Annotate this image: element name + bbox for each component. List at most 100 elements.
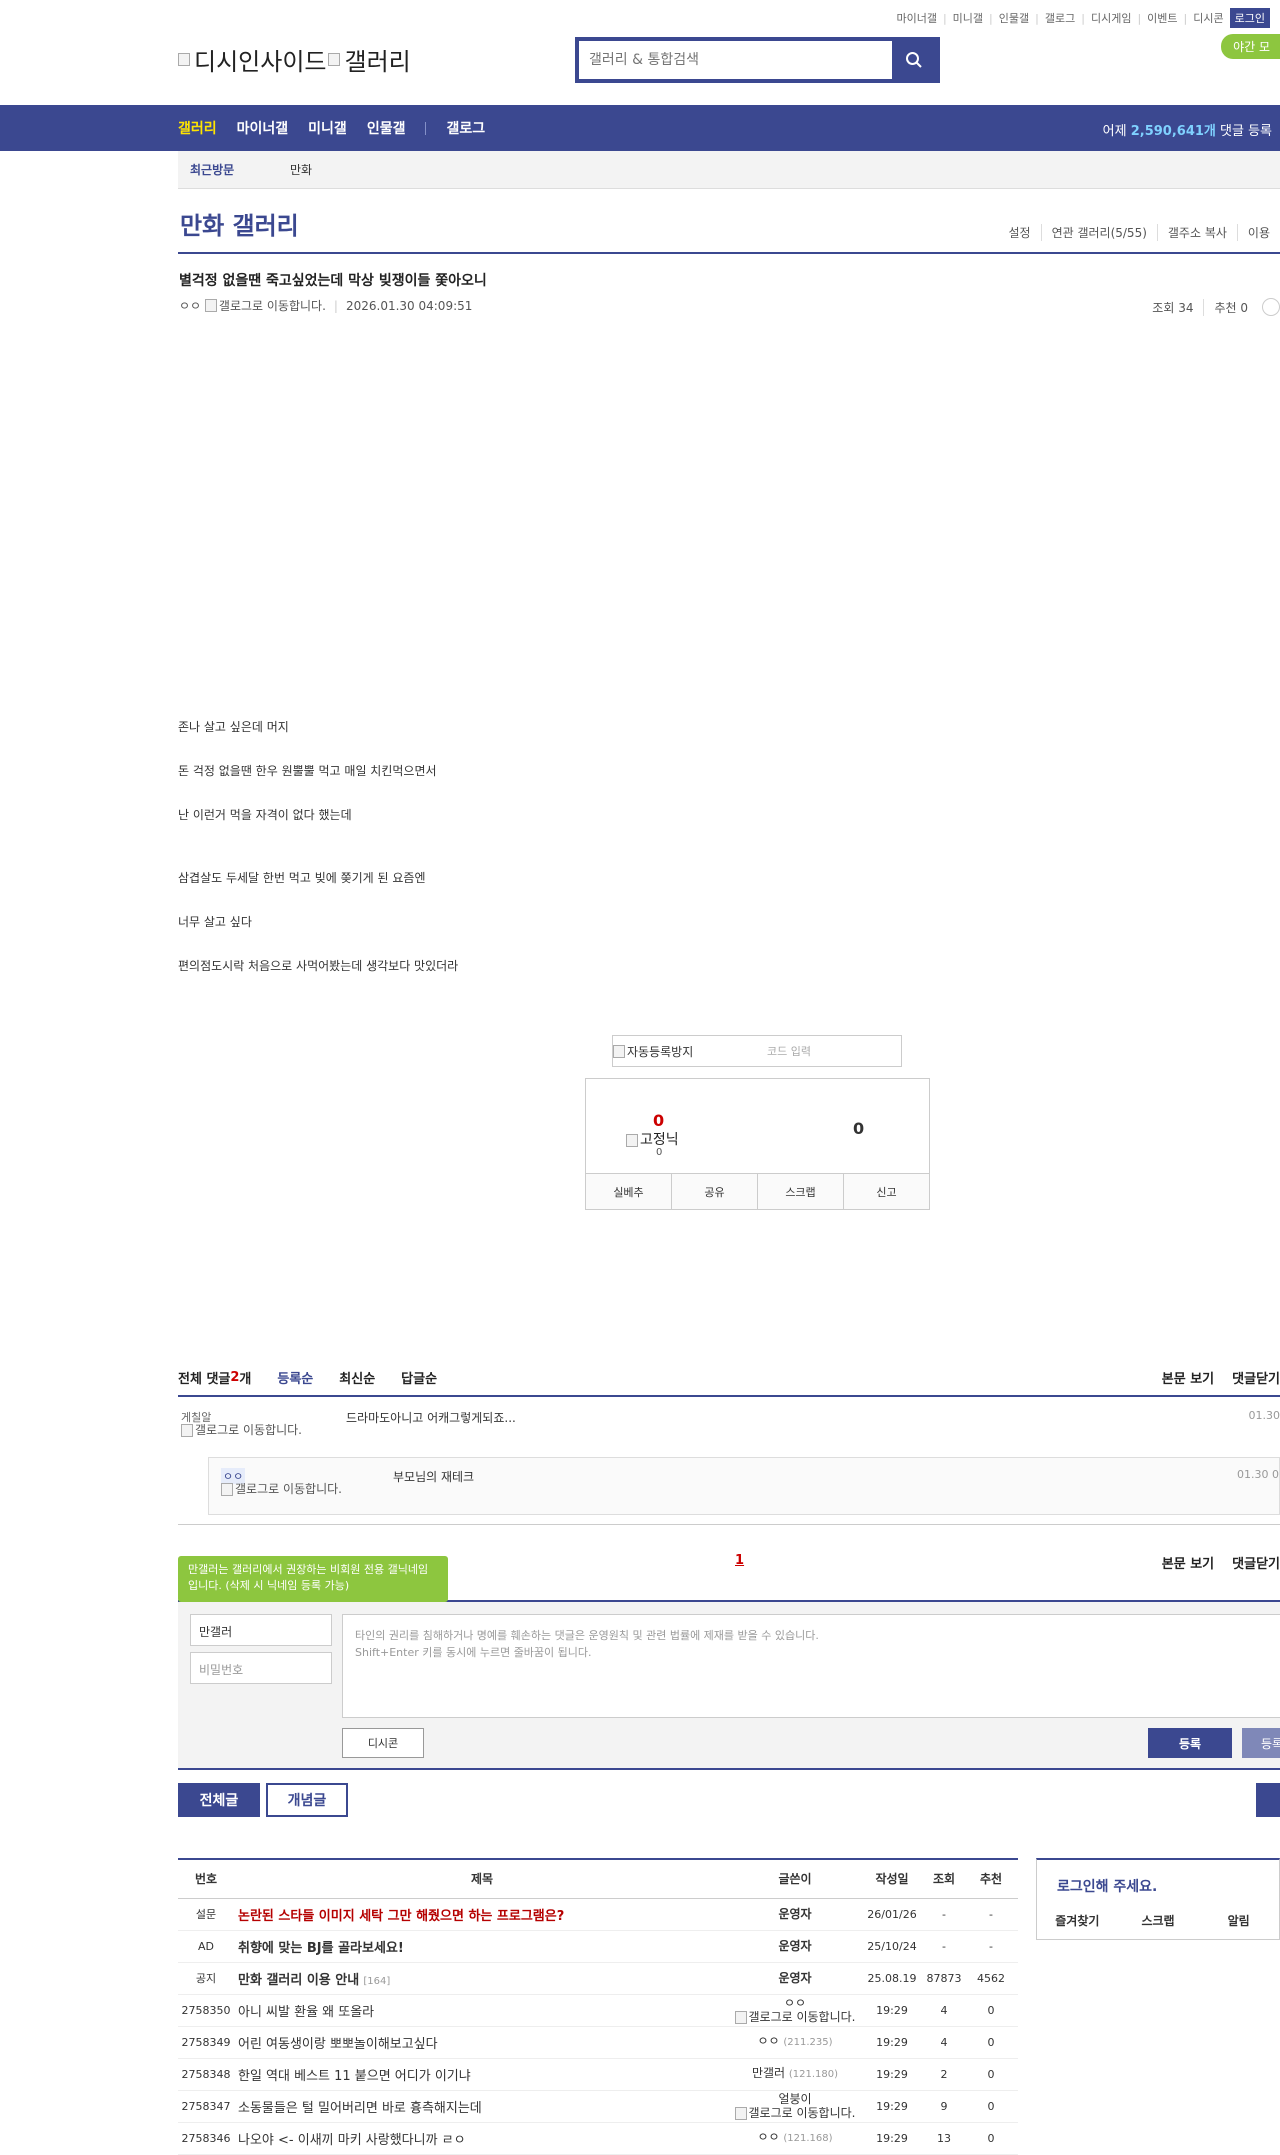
- top-link-event[interactable]: 이벤트: [1147, 10, 1177, 26]
- share-button[interactable]: 공유: [671, 1174, 757, 1209]
- table-row[interactable]: 설문 논란된 스타들 이미지 세탁 그만 해줬으면 하는 프로그램은? 운영자 …: [178, 1898, 1018, 1930]
- sort-latest[interactable]: 최신순: [339, 1368, 375, 1387]
- notification-button[interactable]: 알림: [1198, 1912, 1279, 1929]
- login-button[interactable]: 로그인: [1230, 8, 1270, 28]
- related-galleries[interactable]: 연관 갤러리(5/55): [1041, 224, 1157, 241]
- sort-registered[interactable]: 등록순: [277, 1368, 313, 1387]
- row-writer-cell[interactable]: 만갤러 (121.180): [730, 2058, 860, 2090]
- password-field[interactable]: 비밀번호: [190, 1652, 332, 1684]
- nav-person[interactable]: 인물갤: [367, 118, 406, 138]
- best-recommend-button[interactable]: 실베추: [586, 1174, 671, 1209]
- nav-mini[interactable]: 미니갤: [308, 118, 347, 138]
- write-button[interactable]: [1256, 1783, 1280, 1817]
- nav-gallery[interactable]: 갤러리: [178, 118, 217, 138]
- top-link-game[interactable]: 디시게임: [1091, 10, 1131, 26]
- comment-date: 01.30: [1249, 1409, 1280, 1422]
- table-row[interactable]: 2758347 소동물들은 털 밀어버리면 바로 흉측해지는데 얼붕이갤로그로 …: [178, 2090, 1018, 2122]
- comment-submit-button[interactable]: 등록: [1148, 1728, 1232, 1758]
- row-date: 19:29: [860, 2058, 924, 2090]
- nav-minor[interactable]: 마이너갤: [237, 118, 289, 138]
- upvote-count[interactable]: 0: [653, 1111, 664, 1130]
- dccon-button[interactable]: 디시콘: [342, 1728, 424, 1758]
- favorites-button[interactable]: 즐겨찾기: [1037, 1912, 1118, 1929]
- row-title[interactable]: 나오야 <- 이새끼 마키 사랑했다니까 ㄹㅇ: [238, 2133, 466, 2148]
- view-post-link[interactable]: 본문 보기: [1162, 1553, 1214, 1572]
- row-writer-cell[interactable]: ㅇㅇ (121.168): [730, 2122, 860, 2154]
- search-box: [575, 37, 940, 83]
- top-link-gallog[interactable]: 갤로그: [1045, 10, 1075, 26]
- top-link-dccon[interactable]: 디시콘: [1193, 10, 1223, 26]
- tab-concept-posts[interactable]: 개념글: [266, 1783, 348, 1817]
- login-prompt[interactable]: 로그인해 주세요.: [1057, 1876, 1157, 1896]
- nav-gallog[interactable]: 갤로그: [446, 118, 485, 138]
- report-button[interactable]: 신고: [843, 1174, 929, 1209]
- comment-text: 드라마도아니고 어캐그렇게되죠...: [346, 1409, 516, 1426]
- row-title[interactable]: 한일 역대 베스트 11 붙으면 어디가 이기냐: [238, 2069, 471, 2084]
- comment-textarea[interactable]: 타인의 권리를 침해하거나 명예를 훼손하는 댓글은 운영원칙 및 관련 법률에…: [342, 1614, 1280, 1718]
- row-title[interactable]: 어린 여동생이랑 뽀뽀놀이해보고싶다: [238, 2037, 438, 2052]
- row-writer-cell[interactable]: ㅇㅇ갤로그로 이동합니다.: [730, 1994, 860, 2026]
- scrap-button[interactable]: 스크랩: [757, 1174, 843, 1209]
- top-link-mini[interactable]: 미니갤: [953, 10, 983, 26]
- row-title[interactable]: 만화 갤러리 이용 안내: [238, 1973, 359, 1988]
- gallery-title[interactable]: 만화 갤러리: [180, 206, 299, 241]
- comment-page-1[interactable]: 1: [735, 1553, 744, 1568]
- captcha-input[interactable]: 코드 입력: [767, 1043, 811, 1059]
- copy-address[interactable]: 갤주소 복사: [1157, 224, 1237, 241]
- sort-replies[interactable]: 답글순: [401, 1368, 437, 1387]
- row-ip: (121.168): [783, 2133, 832, 2144]
- scrap-list-button[interactable]: 스크랩: [1118, 1912, 1199, 1929]
- row-no: 2758349: [178, 2026, 234, 2058]
- nickname-field[interactable]: 만갤러: [190, 1614, 332, 1646]
- row-title[interactable]: 논란된 스타들 이미지 세탁 그만 해줬으면 하는 프로그램은?: [238, 1909, 564, 1924]
- gallog-link[interactable]: 갤로그로 이동합니다.: [219, 297, 326, 314]
- row-title[interactable]: 아니 씨발 환율 왜 또올라: [238, 2005, 374, 2020]
- view-post-link[interactable]: 본문 보기: [1162, 1368, 1214, 1387]
- row-title[interactable]: 소동물들은 털 밀어버리면 바로 흉측해지는데: [238, 2101, 482, 2116]
- more-icon[interactable]: [1262, 298, 1280, 316]
- fixed-nick-label: 고정닉: [626, 1129, 679, 1149]
- row-writer[interactable]: 운영자: [730, 1962, 860, 1994]
- gallery-settings[interactable]: 설정: [998, 224, 1040, 241]
- table-row[interactable]: 2758348 한일 역대 베스트 11 붙으면 어디가 이기냐 만갤러 (12…: [178, 2058, 1018, 2090]
- row-writer[interactable]: 운영자: [730, 1930, 860, 1962]
- row-writer-cell[interactable]: 얼붕이갤로그로 이동합니다.: [730, 2090, 860, 2122]
- row-date: 25/10/24: [860, 1930, 924, 1962]
- row-date: 25.08.19: [860, 1962, 924, 1994]
- comment-pager-links: 본문 보기 댓글닫기: [1162, 1553, 1280, 1572]
- row-views: -: [924, 1898, 964, 1930]
- row-title[interactable]: 취향에 맞는 BJ를 골라보세요!: [238, 1941, 404, 1956]
- search-input[interactable]: [579, 41, 892, 79]
- top-link-minor[interactable]: 마이너갤: [896, 10, 936, 26]
- row-ip: (121.180): [789, 2069, 838, 2080]
- reply-gallog-link[interactable]: 갤로그로 이동합니다.: [221, 1482, 351, 1496]
- row-writer: ㅇㅇ: [730, 1996, 860, 2010]
- downvote-count[interactable]: 0: [853, 1119, 864, 1138]
- search-button[interactable]: [892, 41, 936, 79]
- night-mode-button[interactable]: 야간 모: [1221, 34, 1280, 59]
- close-comments-link[interactable]: 댓글닫기: [1232, 1553, 1280, 1572]
- post-body-line: 너무 살고 싶다: [178, 913, 252, 930]
- table-row[interactable]: 공지 만화 갤러리 이용 안내 [164] 운영자 25.08.19 87873…: [178, 1962, 1018, 1994]
- top-link-person[interactable]: 인물갤: [999, 10, 1029, 26]
- comment-gallog-link[interactable]: 갤로그로 이동합니다.: [181, 1423, 311, 1437]
- post-author[interactable]: ㅇㅇ: [179, 297, 201, 314]
- table-row[interactable]: 2758350 아니 씨발 환율 왜 또올라 ㅇㅇ갤로그로 이동합니다. 19:…: [178, 1994, 1018, 2026]
- site-logo[interactable]: 디시인사이드 갤러리: [178, 42, 411, 77]
- close-comments-link[interactable]: 댓글닫기: [1232, 1368, 1280, 1387]
- table-row[interactable]: AD 취향에 맞는 BJ를 골라보세요! 운영자 25/10/24 - -: [178, 1930, 1018, 1962]
- reply-item: ㅇㅇ 갤로그로 이동합니다. 부모님의 재테크 01.30 0: [208, 1457, 1280, 1515]
- table-row[interactable]: 2758349 어린 여동생이랑 뽀뽀놀이해보고싶다 ㅇㅇ (211.235) …: [178, 2026, 1018, 2058]
- recent-visit-item[interactable]: 만화: [290, 161, 312, 178]
- post-body-line: 삼겹살도 두세달 한번 먹고 빚에 쫒기게 된 요즘엔: [178, 869, 426, 886]
- comment-submit-secondary-button[interactable]: 등록: [1242, 1728, 1280, 1758]
- row-writer[interactable]: 운영자: [730, 1898, 860, 1930]
- row-views: 9: [924, 2090, 964, 2122]
- gallery-usage[interactable]: 이용: [1237, 224, 1280, 241]
- recent-visit-bar: 최근방문 만화: [178, 151, 1280, 189]
- post-info: ㅇㅇ 갤로그로 이동합니다. |2026.01.30 04:09:51: [179, 297, 472, 314]
- fixed-nick-count: 0: [656, 1147, 662, 1158]
- table-row[interactable]: 2758346 나오야 <- 이새끼 마키 사랑했다니까 ㄹㅇ ㅇㅇ (121.…: [178, 2122, 1018, 2154]
- row-writer-cell[interactable]: ㅇㅇ (211.235): [730, 2026, 860, 2058]
- tab-all-posts[interactable]: 전체글: [178, 1783, 260, 1817]
